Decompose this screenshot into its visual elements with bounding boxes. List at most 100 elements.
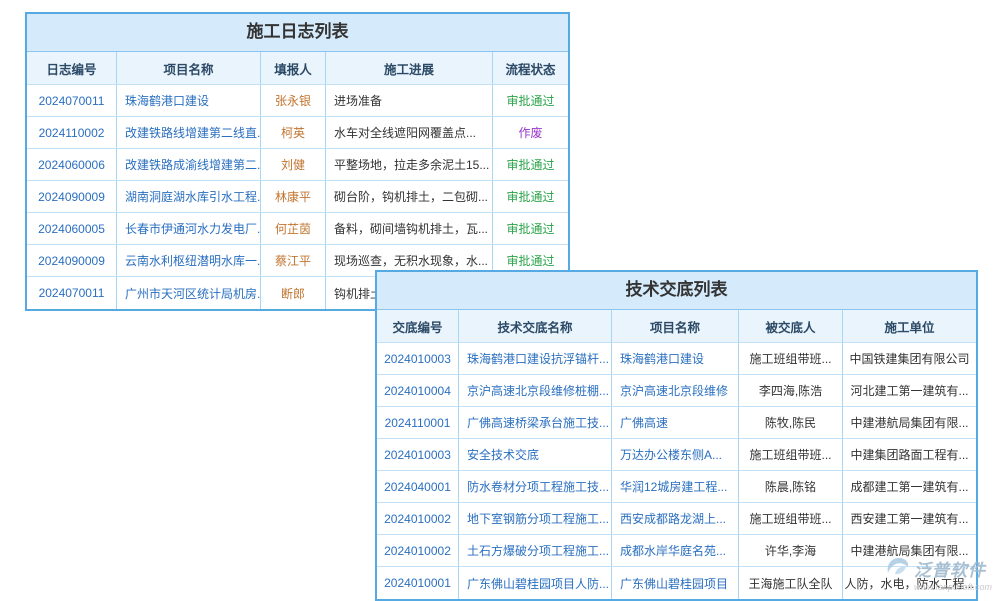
project-link[interactable]: 云南水利枢纽潜明水库一... [117,245,261,277]
col-header-flow-status: 流程状态 [493,52,568,85]
col-header-progress: 施工进展 [326,52,493,85]
unit-cell: 成都建工第一建筑有... [843,471,976,503]
log-id-link[interactable]: 2024060006 [27,149,117,181]
status-badge: 作废 [493,117,568,149]
project-link[interactable]: 广东佛山碧桂园项目 [612,567,739,599]
recipient-cell: 陈晨,陈铭 [739,471,843,503]
table-row: 2024070011 珠海鹤港口建设 张永银 进场准备 审批通过 [27,85,568,117]
disclosure-name-link[interactable]: 防水卷材分项工程施工技... [459,471,612,503]
disclosure-id-link[interactable]: 2024110001 [377,407,459,439]
table-row: 2024110001 广佛高速桥梁承台施工技... 广佛高速 陈牧,陈民 中建港… [377,407,976,439]
reporter-cell: 刘健 [261,149,326,181]
technical-disclosure-table: 技术交底列表 交底编号 技术交底名称 项目名称 被交底人 施工单位 202401… [375,270,978,601]
status-badge: 审批通过 [493,213,568,245]
col-header-recipient: 被交底人 [739,310,843,343]
project-link[interactable]: 珠海鹤港口建设 [117,85,261,117]
status-badge: 审批通过 [493,181,568,213]
recipient-cell: 陈牧,陈民 [739,407,843,439]
disclosure-name-link[interactable]: 土石方爆破分项工程施工... [459,535,612,567]
col-header-project-name: 项目名称 [117,52,261,85]
recipient-cell: 施工班组带班... [739,343,843,375]
disclosure-name-link[interactable]: 广佛高速桥梁承台施工技... [459,407,612,439]
col-header-project-name: 项目名称 [612,310,739,343]
project-link[interactable]: 京沪高速北京段维修 [612,375,739,407]
unit-cell: 河北建工第一建筑有... [843,375,976,407]
log-id-link[interactable]: 2024060005 [27,213,117,245]
table-row: 2024010003 安全技术交底 万达办公楼东侧A... 施工班组带班... … [377,439,976,471]
project-link[interactable]: 改建铁路成渝线增建第二... [117,149,261,181]
project-link[interactable]: 成都水岸华庭名苑... [612,535,739,567]
disclosure-id-link[interactable]: 2024010001 [377,567,459,599]
log-table-header-row: 日志编号 项目名称 填报人 施工进展 流程状态 [27,52,568,85]
recipient-cell: 施工班组带班... [739,503,843,535]
log-id-link[interactable]: 2024070011 [27,277,117,309]
progress-cell: 平整场地，拉走多余泥土15... [326,149,493,181]
status-badge: 审批通过 [493,85,568,117]
disclosure-id-link[interactable]: 2024040001 [377,471,459,503]
log-id-link[interactable]: 2024070011 [27,85,117,117]
reporter-cell: 林康平 [261,181,326,213]
reporter-cell: 断郎 [261,277,326,309]
reporter-cell: 蔡江平 [261,245,326,277]
log-id-link[interactable]: 2024090009 [27,181,117,213]
disclosure-name-link[interactable]: 京沪高速北京段维修桩棚... [459,375,612,407]
unit-cell: 西安建工第一建筑有... [843,503,976,535]
table-row: 2024010003 珠海鹤港口建设抗浮锚杆... 珠海鹤港口建设 施工班组带班… [377,343,976,375]
reporter-cell: 张永银 [261,85,326,117]
disclosure-id-link[interactable]: 2024010004 [377,375,459,407]
table-row: 2024090009 湖南洞庭湖水库引水工程... 林康平 砌台阶，钩机排土，二… [27,181,568,213]
disclosure-id-link[interactable]: 2024010002 [377,535,459,567]
col-header-log-id: 日志编号 [27,52,117,85]
disclosure-id-link[interactable]: 2024010003 [377,343,459,375]
disclosure-name-link[interactable]: 珠海鹤港口建设抗浮锚杆... [459,343,612,375]
project-link[interactable]: 改建铁路线增建第二线直... [117,117,261,149]
disclosure-name-link[interactable]: 安全技术交底 [459,439,612,471]
col-header-reporter: 填报人 [261,52,326,85]
disclosure-id-link[interactable]: 2024010003 [377,439,459,471]
col-header-disclosure-id: 交底编号 [377,310,459,343]
table-row: 2024110002 改建铁路线增建第二线直... 柯英 水车对全线遮阳网覆盖点… [27,117,568,149]
progress-cell: 水车对全线遮阳网覆盖点... [326,117,493,149]
status-badge: 审批通过 [493,149,568,181]
fanpu-watermark: 泛普软件 www.fanpusoft.com [886,556,992,592]
disclosure-id-link[interactable]: 2024010002 [377,503,459,535]
disclosure-table-title: 技术交底列表 [377,272,976,310]
table-row: 2024060005 长春市伊通河水力发电厂... 何芷茵 备料，砌间墙钩机排土… [27,213,568,245]
project-link[interactable]: 长春市伊通河水力发电厂... [117,213,261,245]
log-id-link[interactable]: 2024110002 [27,117,117,149]
recipient-cell: 施工班组带班... [739,439,843,471]
col-header-disclosure-name: 技术交底名称 [459,310,612,343]
watermark-brand: 泛普软件 [914,556,986,581]
table-row: 2024040001 防水卷材分项工程施工技... 华润12城房建工程... 陈… [377,471,976,503]
project-link[interactable]: 万达办公楼东侧A... [612,439,739,471]
progress-cell: 备料，砌间墙钩机排土，瓦... [326,213,493,245]
construction-log-table: 施工日志列表 日志编号 项目名称 填报人 施工进展 流程状态 202407001… [25,12,570,311]
disclosure-table-header-row: 交底编号 技术交底名称 项目名称 被交底人 施工单位 [377,310,976,343]
col-header-construction-unit: 施工单位 [843,310,976,343]
log-id-link[interactable]: 2024090009 [27,245,117,277]
unit-cell: 中建港航局集团有限... [843,407,976,439]
table-row: 2024010004 京沪高速北京段维修桩棚... 京沪高速北京段维修 李四海,… [377,375,976,407]
fanpu-logo-icon [886,556,910,576]
reporter-cell: 柯英 [261,117,326,149]
watermark-text: 泛普软件 www.fanpusoft.com [914,556,992,592]
project-link[interactable]: 广佛高速 [612,407,739,439]
disclosure-name-link[interactable]: 地下室钢筋分项工程施工... [459,503,612,535]
watermark-url: www.fanpusoft.com [914,582,992,592]
log-table-title: 施工日志列表 [27,14,568,52]
project-link[interactable]: 湖南洞庭湖水库引水工程... [117,181,261,213]
progress-cell: 进场准备 [326,85,493,117]
recipient-cell: 王海施工队全队 [739,567,843,599]
reporter-cell: 何芷茵 [261,213,326,245]
unit-cell: 中建集团路面工程有... [843,439,976,471]
project-link[interactable]: 华润12城房建工程... [612,471,739,503]
project-link[interactable]: 西安成都路龙湖上... [612,503,739,535]
recipient-cell: 许华,李海 [739,535,843,567]
unit-cell: 中国铁建集团有限公司 [843,343,976,375]
project-link[interactable]: 珠海鹤港口建设 [612,343,739,375]
project-link[interactable]: 广州市天河区统计局机房... [117,277,261,309]
disclosure-name-link[interactable]: 广东佛山碧桂园项目人防... [459,567,612,599]
table-row: 2024060006 改建铁路成渝线增建第二... 刘健 平整场地，拉走多余泥土… [27,149,568,181]
progress-cell: 砌台阶，钩机排土，二包砌... [326,181,493,213]
table-row: 2024010002 地下室钢筋分项工程施工... 西安成都路龙湖上... 施工… [377,503,976,535]
